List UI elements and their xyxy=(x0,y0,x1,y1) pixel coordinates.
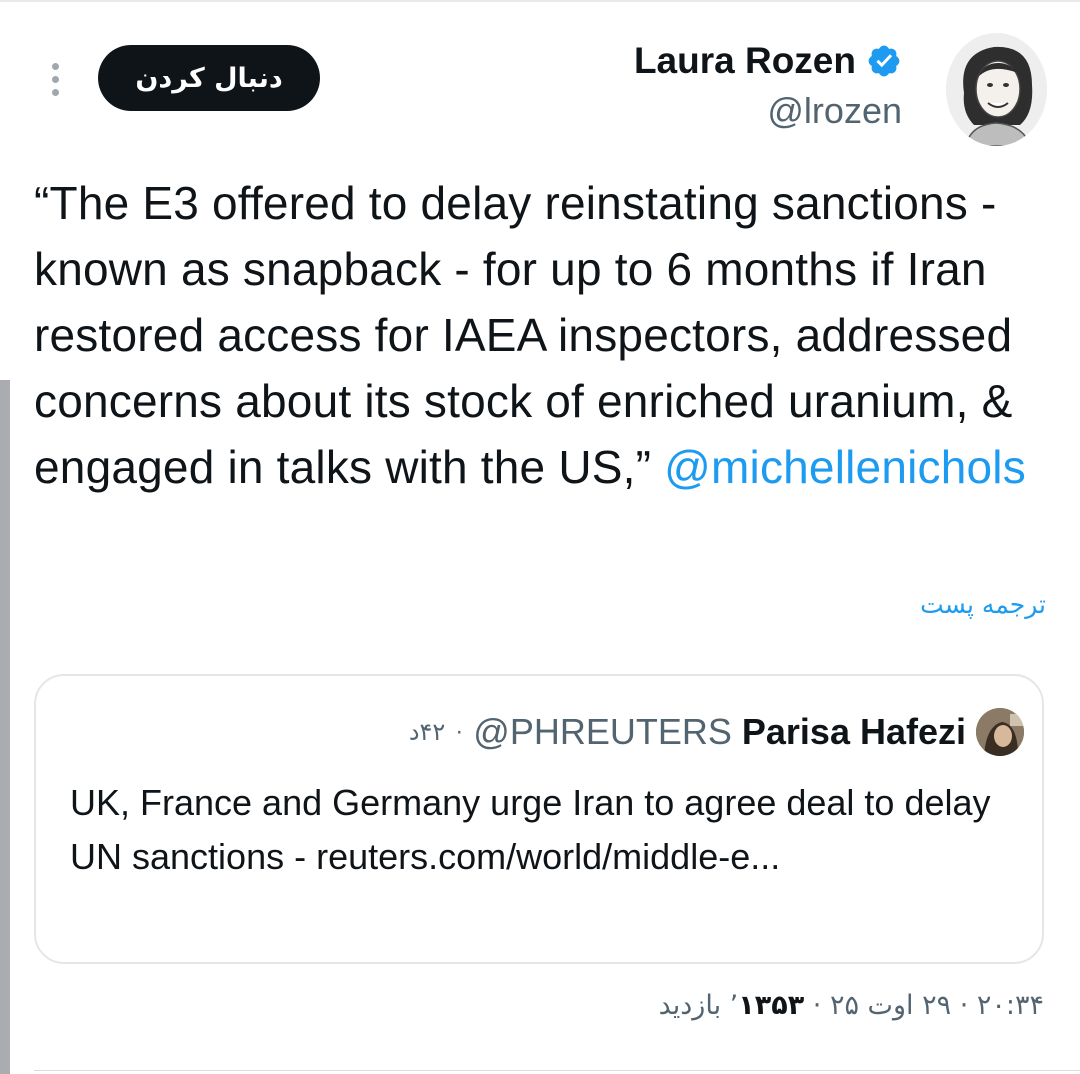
quoted-author-handle: @PHREUTERS xyxy=(473,711,732,752)
meta-separator: · xyxy=(959,990,969,1021)
more-dot xyxy=(51,88,59,96)
more-options-icon[interactable] xyxy=(40,56,70,102)
quoted-tweet-header: ۴۲د · @PHREUTERS Parisa Hafezi xyxy=(409,708,1024,756)
quoted-tweet-card[interactable]: ۴۲د · @PHREUTERS Parisa Hafezi UK, Franc… xyxy=(34,674,1044,964)
views-count: ۱۳۵۳ xyxy=(738,990,805,1021)
mention-link[interactable]: @michellenichols xyxy=(664,441,1026,493)
translate-post-link[interactable]: ترجمه پست xyxy=(920,590,1046,619)
quoted-author-name: Parisa Hafezi xyxy=(741,711,966,752)
left-edge-bar xyxy=(0,380,10,1074)
author-avatar[interactable] xyxy=(946,33,1047,146)
author-block[interactable]: Laura Rozen @lrozen xyxy=(634,38,902,132)
views-label: ’ بازدید xyxy=(658,990,739,1021)
avatar-portrait xyxy=(946,33,1047,146)
quoted-avatar-portrait xyxy=(976,708,1024,756)
tweet-meta: ۲۰:۳۴ · ۲۹ اوت ۲۵ · ۱۳۵۳’ بازدید xyxy=(659,990,1044,1021)
author-name[interactable]: Laura Rozen xyxy=(634,40,856,82)
tweet-time: ۲۰:۳۴ xyxy=(976,990,1044,1021)
quoted-tweet-time: ۴۲د xyxy=(408,718,446,746)
tweet-date: ۲۹ اوت ۲۵ xyxy=(829,990,952,1021)
quoted-author-avatar xyxy=(976,708,1024,756)
more-dot xyxy=(51,75,59,83)
more-dot xyxy=(51,62,59,70)
follow-button[interactable]: دنبال کردن xyxy=(98,45,320,111)
author-handle[interactable]: @lrozen xyxy=(634,90,902,132)
tweet-text: “The E3 offered to delay reinstating san… xyxy=(34,170,1044,500)
quoted-separator: · xyxy=(455,718,464,745)
top-divider xyxy=(0,0,1080,2)
quoted-tweet-text: UK, France and Germany urge Iran to agre… xyxy=(70,782,991,877)
bottom-divider xyxy=(34,1070,1080,1071)
verified-badge-icon xyxy=(868,45,900,77)
meta-separator: · xyxy=(812,990,822,1021)
